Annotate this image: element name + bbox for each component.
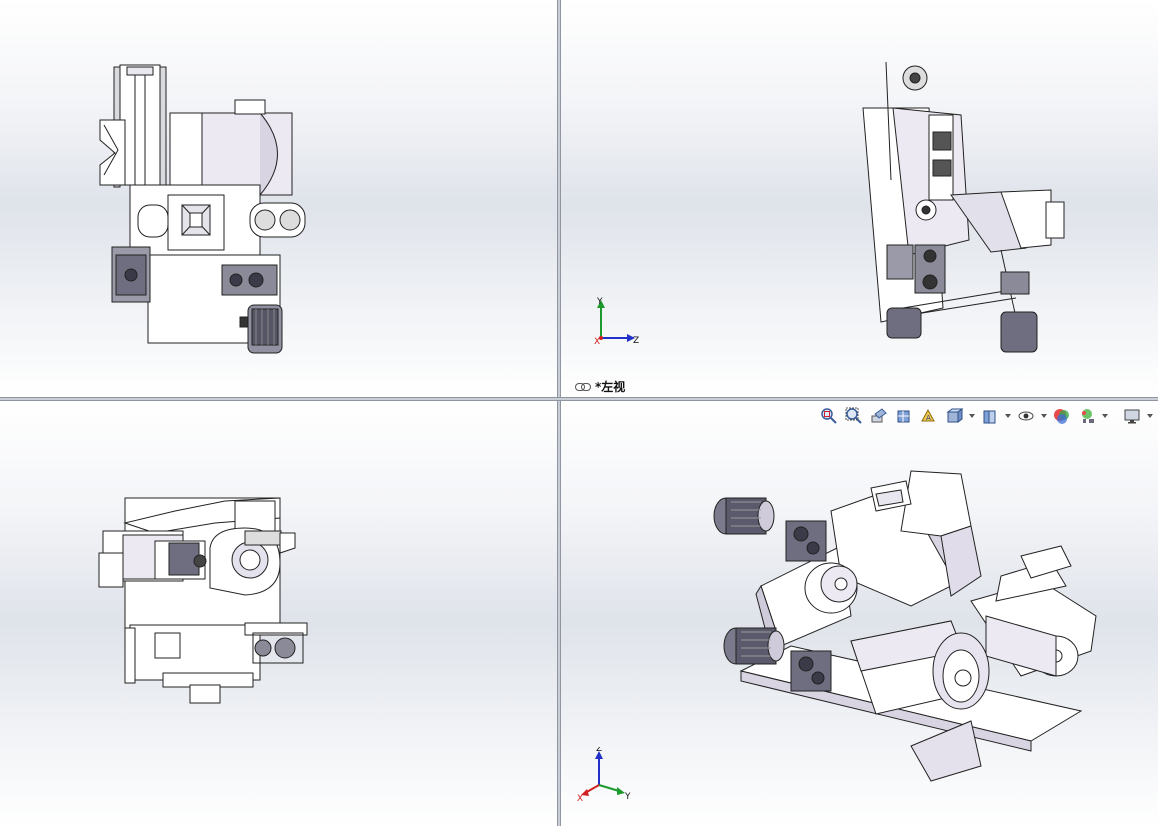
axis-triad: Y Z X	[594, 297, 639, 346]
view-settings-dropdown-icon[interactable]	[1146, 405, 1154, 427]
model-left-view	[862, 61, 1065, 353]
zoom-to-area-icon[interactable]	[843, 405, 865, 427]
apply-scene-dropdown-icon[interactable]	[1101, 405, 1109, 427]
heads-up-view-toolbar: A	[818, 405, 1154, 427]
axis-x-label: X	[577, 794, 583, 802]
axis-z-label: Z	[633, 336, 639, 346]
axis-y-label: Y	[596, 297, 603, 307]
display-style-dropdown-icon[interactable]	[1004, 405, 1012, 427]
horizontal-viewport-splitter[interactable]	[0, 397, 1158, 401]
link-view-icon	[575, 382, 591, 391]
axis-triad: Z X Y	[577, 747, 631, 802]
axis-y-label: Y	[624, 792, 631, 802]
model-top-view	[98, 497, 308, 704]
model-isometric-view	[713, 470, 1097, 782]
axis-x-label: X	[594, 337, 600, 346]
viewport-bottom-left[interactable]	[0, 401, 557, 826]
apply-scene-icon[interactable]	[1076, 405, 1098, 427]
viewport-bottom-right[interactable]: A Z X Y	[561, 401, 1158, 826]
view-name-text: *左视	[595, 380, 626, 394]
hide-show-items-icon[interactable]	[1015, 405, 1037, 427]
svg-text:A: A	[926, 414, 931, 422]
vertical-viewport-splitter[interactable]	[557, 0, 561, 826]
previous-view-icon[interactable]	[868, 405, 890, 427]
view-settings-icon[interactable]	[1121, 405, 1143, 427]
view-orientation-icon[interactable]	[943, 405, 965, 427]
view-name-label: *左视	[575, 378, 625, 395]
section-view-icon[interactable]	[893, 405, 915, 427]
edit-appearance-icon[interactable]	[1051, 405, 1073, 427]
viewport-top-left[interactable]	[0, 0, 557, 397]
hide-show-dropdown-icon[interactable]	[1040, 405, 1048, 427]
model-front-view	[99, 64, 306, 354]
dynamic-annotation-views-icon[interactable]: A	[918, 405, 940, 427]
axis-z-label: Z	[596, 747, 602, 754]
zoom-to-fit-icon[interactable]	[818, 405, 840, 427]
view-orientation-dropdown-icon[interactable]	[968, 405, 976, 427]
viewport-top-right[interactable]: Y Z X *左视	[561, 0, 1158, 397]
display-style-icon[interactable]	[979, 405, 1001, 427]
